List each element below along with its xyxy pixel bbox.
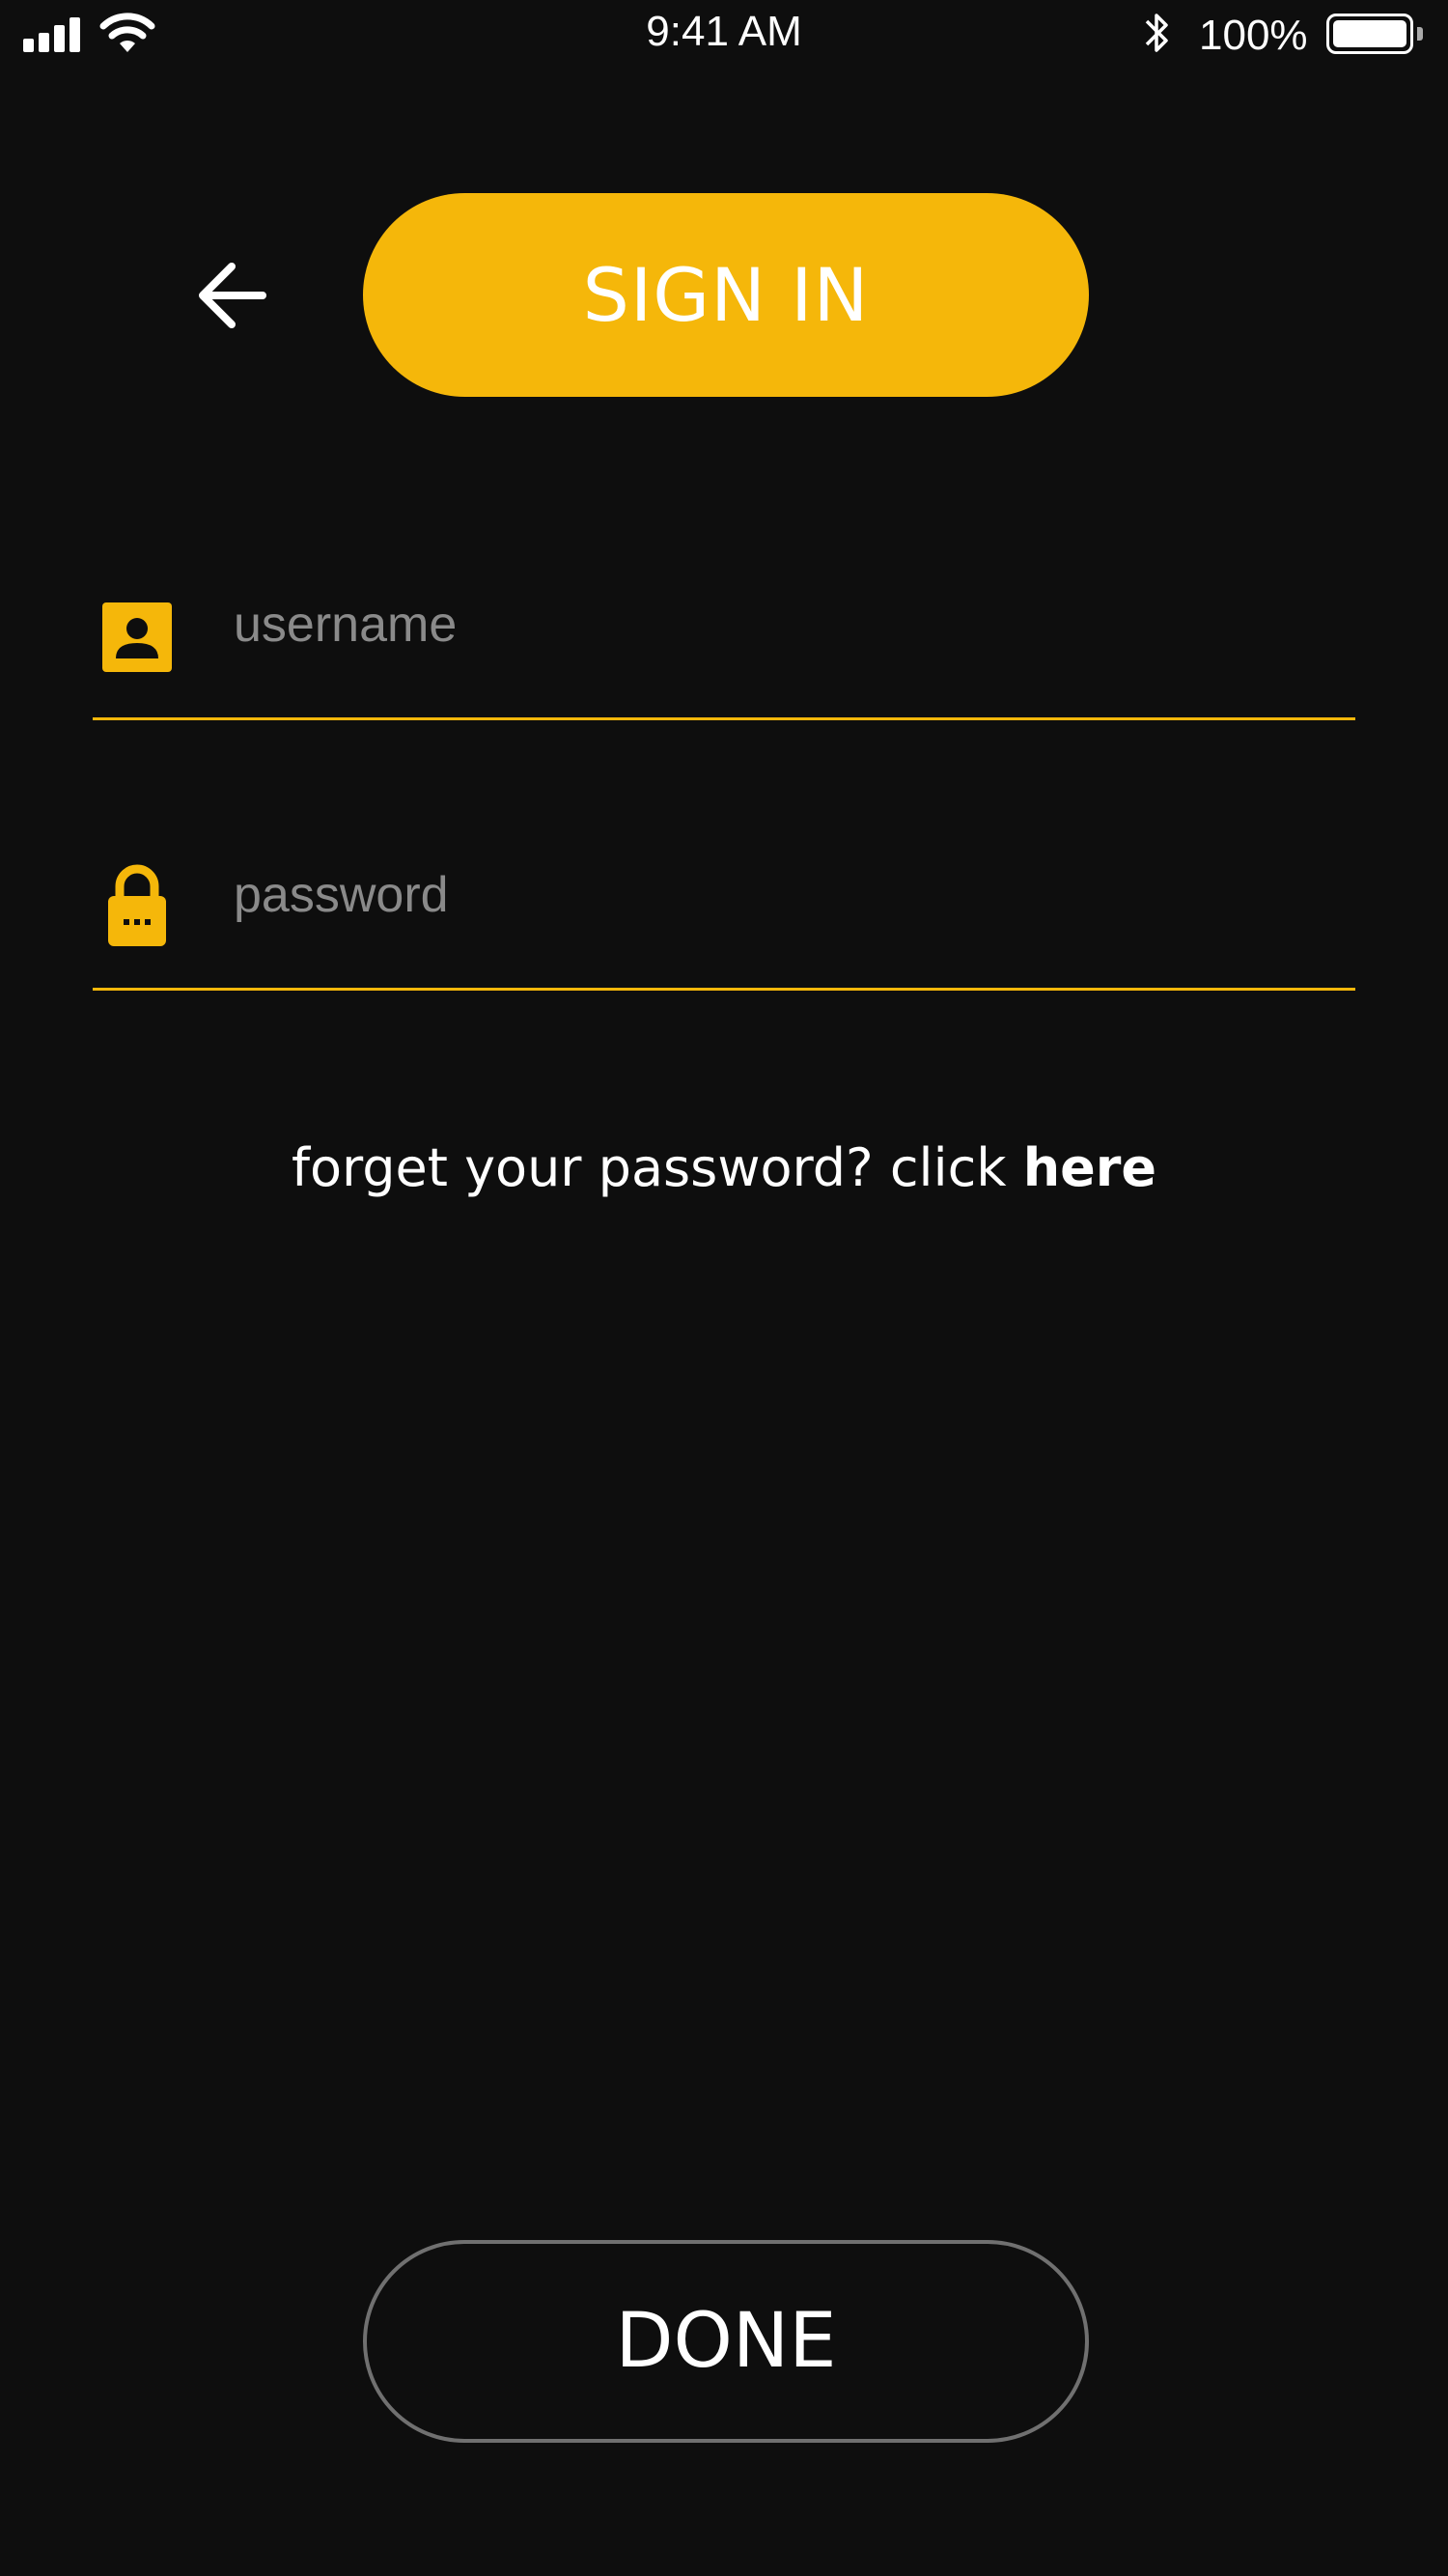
password-input[interactable] xyxy=(232,855,1297,935)
username-input[interactable] xyxy=(232,585,1297,664)
lock-icon xyxy=(108,864,166,946)
back-arrow-icon[interactable] xyxy=(193,257,280,334)
forgot-password-text: forget your password? click here xyxy=(0,1137,1448,1198)
bluetooth-icon xyxy=(1145,14,1168,52)
battery-cap xyxy=(1417,27,1423,41)
done-button[interactable]: DONE xyxy=(363,2240,1089,2443)
forgot-password-prefix: forget your password? click xyxy=(291,1137,1023,1198)
battery-percent: 100% xyxy=(1199,12,1308,59)
sign-in-title: SIGN IN xyxy=(363,193,1089,397)
username-underline xyxy=(93,716,1355,720)
forgot-password-link[interactable]: here xyxy=(1023,1137,1156,1198)
battery-icon xyxy=(1326,14,1413,54)
password-underline xyxy=(93,987,1355,991)
status-bar: 9:41 AM 100% xyxy=(0,0,1448,77)
user-icon xyxy=(102,602,172,672)
